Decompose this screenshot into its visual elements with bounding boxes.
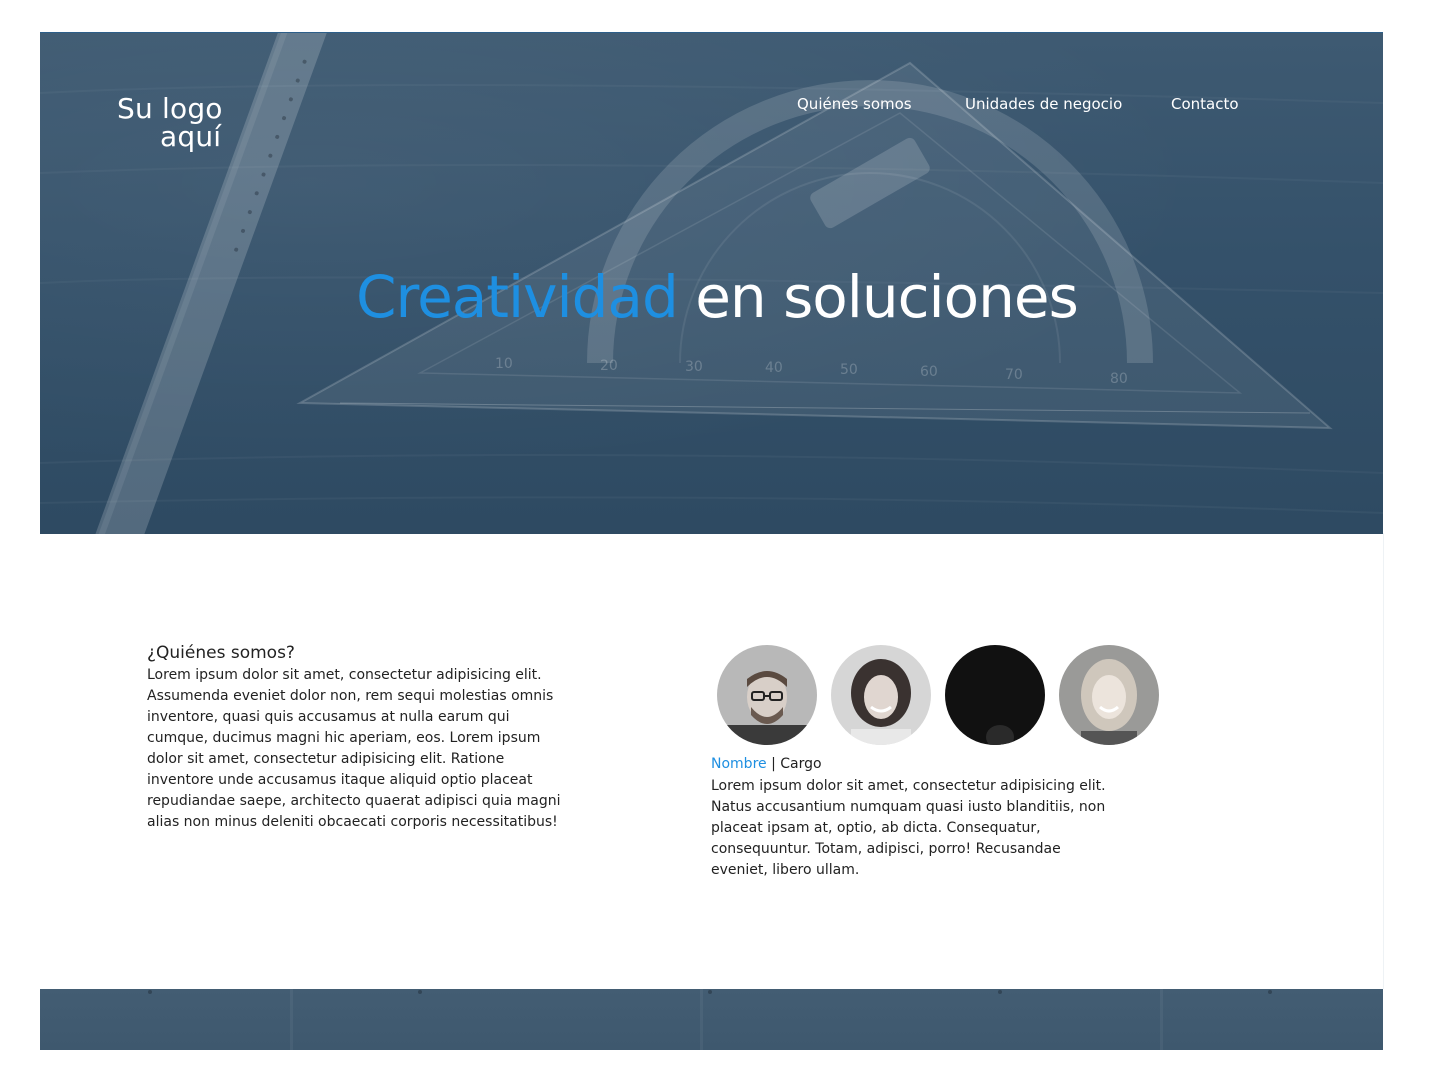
svg-text:70: 70 xyxy=(1005,367,1023,383)
member-heading: Nombre | Cargo xyxy=(711,756,822,772)
avatar-woman-curly-hair[interactable] xyxy=(831,645,931,745)
footer-background-image xyxy=(148,989,1272,1050)
nav-link-quienes-somos[interactable]: Quiénes somos xyxy=(797,95,912,113)
team-avatars xyxy=(717,645,1159,745)
svg-text:10: 10 xyxy=(495,356,513,372)
member-role: Cargo xyxy=(780,756,822,772)
avatar-dark-portrait[interactable] xyxy=(945,645,1045,745)
svg-text:50: 50 xyxy=(840,362,858,378)
svg-text:40: 40 xyxy=(765,360,783,376)
member-name: Nombre xyxy=(711,756,767,772)
footer-banner xyxy=(40,989,1383,1050)
avatar-woman-blonde[interactable] xyxy=(1059,645,1159,745)
member-description: Lorem ipsum dolor sit amet, consectetur … xyxy=(711,778,1106,878)
nav-link-unidades-de-negocio[interactable]: Unidades de negocio xyxy=(965,95,1122,113)
avatar-man-glasses[interactable] xyxy=(717,645,817,745)
logo-line-1: Su logo xyxy=(117,92,223,125)
hero-headline: Creatividad en soluciones xyxy=(356,263,1079,331)
member-separator: | xyxy=(766,756,781,772)
hero-headline-accent: Creatividad xyxy=(356,263,679,331)
logo-line-2: aquí xyxy=(160,120,222,153)
logo[interactable]: Su logo aquí xyxy=(117,95,223,151)
svg-text:20: 20 xyxy=(600,358,618,374)
page: 10 20 30 40 50 60 70 80 Su logo aquí Qui… xyxy=(0,0,1440,1082)
nav-link-contacto[interactable]: Contacto xyxy=(1171,95,1239,113)
about-text: Lorem ipsum dolor sit amet, consectetur … xyxy=(147,667,561,830)
svg-text:30: 30 xyxy=(685,359,703,375)
hero-headline-rest: en soluciones xyxy=(677,263,1079,331)
svg-text:80: 80 xyxy=(1110,371,1128,387)
hero-banner: 10 20 30 40 50 60 70 80 Su logo aquí Qui… xyxy=(40,32,1383,534)
about-title: ¿Quiénes somos? xyxy=(147,643,295,663)
section-divider xyxy=(1383,533,1384,989)
svg-text:60: 60 xyxy=(920,364,938,380)
